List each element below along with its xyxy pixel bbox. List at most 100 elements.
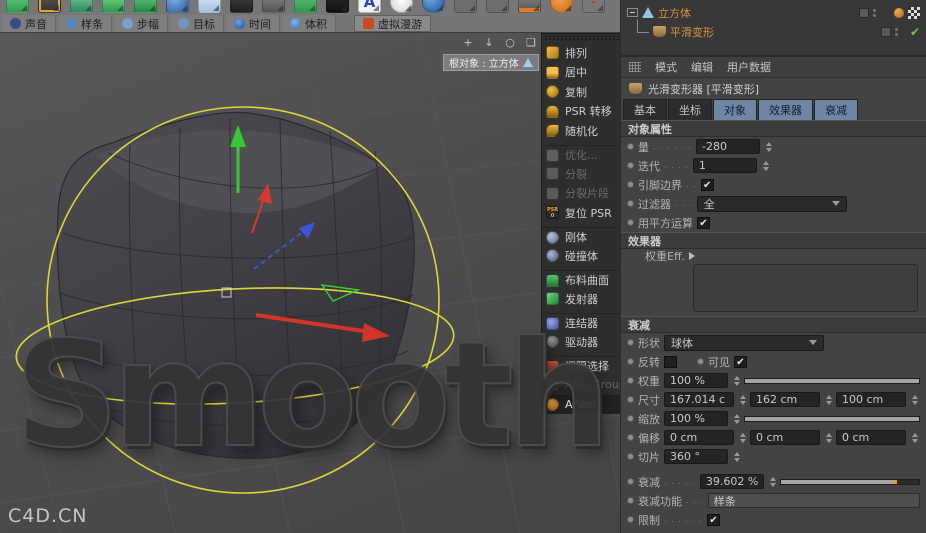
falloff-function-field[interactable]: 样条 xyxy=(707,493,920,508)
toolbar-icon[interactable] xyxy=(102,0,125,13)
param-dot[interactable] xyxy=(627,339,634,346)
toolbar-icon[interactable] xyxy=(582,0,605,13)
tab-effectors[interactable]: 效果器 xyxy=(758,99,813,120)
slice-input[interactable]: 360 ° xyxy=(664,449,728,464)
object-row-smooth-deform[interactable]: 平滑变形 ✔ xyxy=(621,18,926,41)
toolbar-icon[interactable] xyxy=(326,0,349,13)
param-dot[interactable] xyxy=(697,358,704,365)
param-dot[interactable] xyxy=(627,181,634,188)
scale-spinner[interactable] xyxy=(734,413,740,424)
palette-item-duplicate[interactable]: 复制 xyxy=(542,82,629,102)
palette-item-optimize[interactable]: 优化... xyxy=(542,144,629,165)
size-x-spinner[interactable] xyxy=(740,394,746,405)
palette-item-collider[interactable]: 碰撞体 xyxy=(542,246,629,266)
dot-toggles[interactable] xyxy=(873,8,876,17)
palette-item-rigid-body[interactable]: 刚体 xyxy=(542,226,629,247)
expander-icon[interactable] xyxy=(689,252,696,260)
param-dot[interactable] xyxy=(627,478,634,485)
texture-tag-icon[interactable] xyxy=(908,6,920,19)
shape-dropdown[interactable]: 球体 xyxy=(664,334,824,351)
size-y-input[interactable]: 162 cm xyxy=(750,392,820,407)
param-dot[interactable] xyxy=(627,377,634,384)
effector-list-box[interactable] xyxy=(693,264,918,312)
toolbar-icon[interactable] xyxy=(70,0,93,13)
offset-z-input[interactable]: 0 cm xyxy=(836,430,906,445)
param-dot[interactable] xyxy=(627,396,634,403)
maximize-icon[interactable]: ❏ xyxy=(524,36,538,50)
palette-item-randomize[interactable]: 随机化 xyxy=(542,121,629,141)
palette-item-split[interactable]: 分裂 xyxy=(542,164,629,184)
viewport-3d[interactable]: + ↓ ○ ❏ 根对象 : 立方体 C4D.CN xyxy=(0,32,621,533)
panel-grid-icon[interactable] xyxy=(629,62,641,72)
palette-item-alem[interactable]: Al'em xyxy=(542,394,629,414)
material-tag-icon[interactable] xyxy=(894,7,904,18)
palette-item-connector[interactable]: 连结器 xyxy=(542,312,629,333)
enabled-check-icon[interactable]: ✔ xyxy=(910,25,920,39)
size-y-spinner[interactable] xyxy=(826,394,832,405)
toolbar-tab-volume[interactable]: 体积 xyxy=(282,15,336,32)
toolbar-tab-spline[interactable]: 样条 xyxy=(58,15,112,32)
scale-input[interactable]: 100 % xyxy=(664,411,728,426)
virtual-walkthrough-button[interactable]: 虚拟漫游 xyxy=(354,15,431,32)
palette-drag-handle[interactable] xyxy=(544,35,627,41)
toolbar-icon[interactable] xyxy=(422,0,445,13)
menu-user-data[interactable]: 用户数据 xyxy=(727,59,771,75)
offset-y-input[interactable]: 0 cm xyxy=(750,430,820,445)
param-dot[interactable] xyxy=(627,162,634,169)
iterations-input[interactable]: 1 xyxy=(692,158,757,173)
param-dot[interactable] xyxy=(627,415,634,422)
palette-item-psr-transfer[interactable]: PSR 转移 xyxy=(542,102,629,122)
toolbar-icon[interactable] xyxy=(166,0,189,13)
tab-object[interactable]: 对象 xyxy=(713,99,757,120)
toolbar-icon[interactable] xyxy=(230,0,253,13)
toolbar-icon[interactable] xyxy=(518,0,541,13)
visibility-toggle[interactable] xyxy=(880,26,891,37)
offset-x-input[interactable]: 0 cm xyxy=(664,430,734,445)
size-x-input[interactable]: 167.014 c xyxy=(664,392,734,407)
toolbar-icon[interactable]: A xyxy=(358,0,381,13)
palette-item-motor[interactable]: 驱动器 xyxy=(542,332,629,352)
object-row-cube[interactable]: 立方体 xyxy=(621,3,926,22)
palette-item-center[interactable]: 居中 xyxy=(542,63,629,83)
strength-input[interactable]: -280 xyxy=(695,139,760,154)
toolbar-tab-target[interactable]: 目标 xyxy=(170,15,224,32)
smoothed-cube[interactable] xyxy=(56,111,415,460)
tab-basic[interactable]: 基本 xyxy=(623,99,667,120)
scale-slider[interactable] xyxy=(744,415,920,422)
toolbar-icon[interactable] xyxy=(486,0,509,13)
offset-x-spinner[interactable] xyxy=(740,432,746,443)
param-dot[interactable] xyxy=(627,219,634,226)
toolbar-icon[interactable] xyxy=(454,0,477,13)
menu-mode[interactable]: 模式 xyxy=(655,59,677,75)
toolbar-icon[interactable] xyxy=(390,0,413,13)
invert-checkbox[interactable] xyxy=(664,355,677,368)
iterations-spinner[interactable] xyxy=(762,160,769,171)
slice-spinner[interactable] xyxy=(734,451,740,462)
falloff-slider[interactable] xyxy=(779,478,920,485)
weight-spinner[interactable] xyxy=(734,375,740,386)
palette-item-cloth-surface[interactable]: 布料曲面 xyxy=(542,269,629,290)
strength-spinner[interactable] xyxy=(765,141,772,152)
zoom-icon[interactable]: ↓ xyxy=(482,36,496,50)
pin-border-checkbox[interactable]: ✔ xyxy=(700,178,714,191)
square-checkbox[interactable]: ✔ xyxy=(697,216,710,229)
toolbar-icon[interactable] xyxy=(38,0,61,13)
visible-checkbox[interactable]: ✔ xyxy=(734,355,747,368)
palette-item-ama-group[interactable]: AMa Group xyxy=(542,375,629,395)
toolbar-tab-sound[interactable]: 声音 xyxy=(2,15,56,32)
rotate-icon[interactable]: ○ xyxy=(503,36,517,50)
tab-falloff[interactable]: 衰减 xyxy=(814,99,858,120)
param-dot[interactable] xyxy=(627,497,634,504)
collapse-icon[interactable] xyxy=(627,8,638,17)
size-z-input[interactable]: 100 cm xyxy=(836,392,906,407)
offset-y-spinner[interactable] xyxy=(826,432,832,443)
clamp-checkbox[interactable]: ✔ xyxy=(706,513,720,526)
falloff-spinner[interactable] xyxy=(769,476,776,487)
tab-coordinates[interactable]: 坐标 xyxy=(668,99,712,120)
pan-icon[interactable]: + xyxy=(461,36,475,50)
offset-z-spinner[interactable] xyxy=(912,432,918,443)
palette-item-arrange[interactable]: 排列 xyxy=(542,43,629,63)
param-dot[interactable] xyxy=(627,516,634,523)
menu-edit[interactable]: 编辑 xyxy=(691,59,713,75)
toolbar-tab-time[interactable]: 时间 xyxy=(226,15,280,32)
